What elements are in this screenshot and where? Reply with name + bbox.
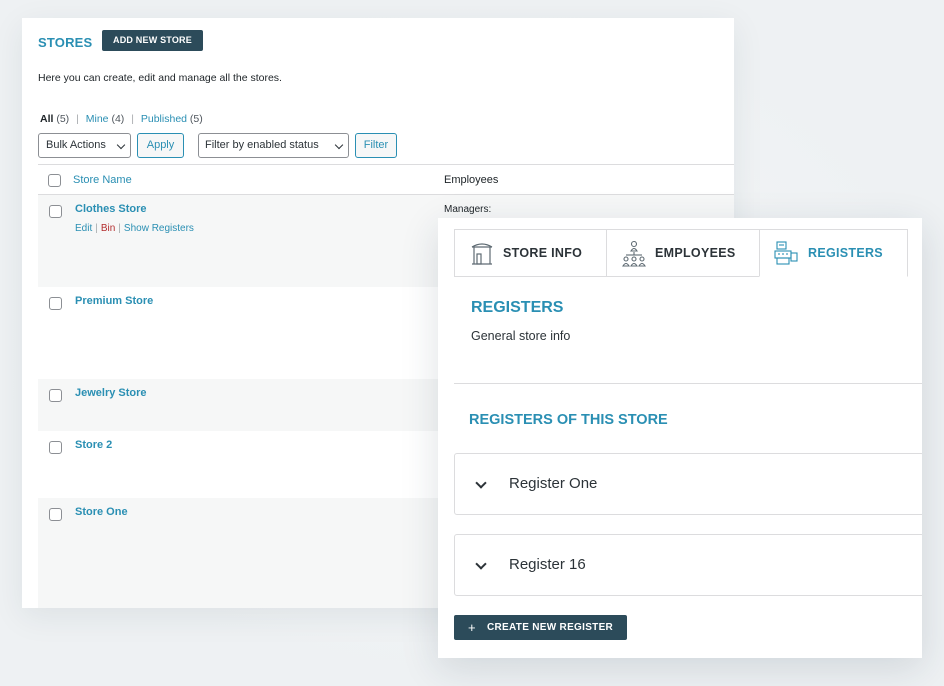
separator: | bbox=[131, 113, 134, 125]
add-new-store-button[interactable]: ADD NEW STORE bbox=[102, 30, 203, 51]
enabled-status-filter-select[interactable]: Filter by enabled status bbox=[198, 133, 349, 158]
filter-button[interactable]: Filter bbox=[355, 133, 397, 158]
employees-icon bbox=[621, 240, 647, 271]
register-name: Register 16 bbox=[509, 556, 586, 573]
view-published-count: (5) bbox=[189, 113, 203, 125]
store-detail-panel: STORE INFO EMPLOYEES REGISTERS REGISTERS… bbox=[438, 218, 922, 658]
managers-label: Managers: bbox=[444, 204, 492, 215]
separator: | bbox=[118, 223, 121, 234]
edit-link[interactable]: Edit bbox=[75, 223, 92, 234]
tab-store-info[interactable]: STORE INFO bbox=[454, 229, 607, 277]
registers-heading: REGISTERS OF THIS STORE bbox=[469, 412, 668, 428]
store-name-link[interactable]: Premium Store bbox=[75, 295, 153, 307]
bin-link[interactable]: Bin bbox=[101, 223, 115, 234]
bulk-actions-value: Bulk Actions bbox=[46, 139, 106, 151]
register-icon bbox=[774, 240, 798, 269]
table-header: Store Name Employees bbox=[38, 164, 734, 195]
view-published-link[interactable]: Published bbox=[141, 113, 187, 125]
row-checkbox[interactable] bbox=[49, 508, 62, 521]
tab-label: REGISTERS bbox=[808, 246, 883, 260]
page-description: Here you can create, edit and manage all… bbox=[38, 72, 282, 84]
section-description: General store info bbox=[471, 329, 571, 343]
register-accordion-item[interactable]: Register One bbox=[454, 453, 922, 515]
view-all-link[interactable]: All bbox=[40, 113, 53, 125]
view-filters: All (5) | Mine (4) | Published (5) bbox=[40, 113, 203, 125]
store-name-link[interactable]: Jewelry Store bbox=[75, 387, 147, 399]
store-name-link[interactable]: Store 2 bbox=[75, 439, 112, 451]
tab-employees[interactable]: EMPLOYEES bbox=[606, 229, 760, 277]
column-header-store-name[interactable]: Store Name bbox=[73, 174, 132, 186]
bulk-actions-select[interactable]: Bulk Actions bbox=[38, 133, 131, 158]
divider bbox=[454, 383, 922, 384]
chevron-down-icon[interactable] bbox=[475, 558, 487, 570]
tab-registers[interactable]: REGISTERS bbox=[759, 229, 908, 277]
column-header-employees: Employees bbox=[444, 174, 499, 186]
apply-button[interactable]: Apply bbox=[137, 133, 184, 158]
row-checkbox[interactable] bbox=[49, 389, 62, 402]
chevron-down-icon bbox=[116, 140, 126, 150]
separator: | bbox=[76, 113, 79, 125]
store-icon bbox=[470, 240, 494, 269]
separator: | bbox=[95, 223, 98, 234]
tab-label: EMPLOYEES bbox=[655, 246, 736, 260]
row-checkbox[interactable] bbox=[49, 205, 62, 218]
register-accordion-item[interactable]: Register 16 bbox=[454, 534, 922, 596]
store-name-link[interactable]: Clothes Store bbox=[75, 203, 147, 215]
create-button-label: CREATE NEW REGISTER bbox=[487, 622, 614, 633]
select-all-checkbox[interactable] bbox=[48, 174, 61, 187]
filter-select-value: Filter by enabled status bbox=[205, 139, 319, 151]
store-name-link[interactable]: Store One bbox=[75, 506, 128, 518]
view-all-count: (5) bbox=[56, 113, 70, 125]
chevron-down-icon bbox=[334, 140, 344, 150]
row-checkbox[interactable] bbox=[49, 441, 62, 454]
tab-label: STORE INFO bbox=[503, 246, 583, 260]
section-title: REGISTERS bbox=[471, 299, 564, 316]
row-actions: Edit | Bin | Show Registers bbox=[75, 223, 194, 234]
chevron-down-icon[interactable] bbox=[475, 477, 487, 489]
page-title: STORES bbox=[38, 35, 93, 50]
view-mine-link[interactable]: Mine bbox=[86, 113, 109, 125]
plus-icon: + bbox=[468, 620, 476, 635]
show-registers-link[interactable]: Show Registers bbox=[124, 223, 194, 234]
register-name: Register One bbox=[509, 475, 598, 492]
row-checkbox[interactable] bbox=[49, 297, 62, 310]
view-mine-count: (4) bbox=[111, 113, 125, 125]
detail-tabs: STORE INFO EMPLOYEES REGISTERS bbox=[454, 229, 908, 277]
create-new-register-button[interactable]: + CREATE NEW REGISTER bbox=[454, 615, 627, 640]
